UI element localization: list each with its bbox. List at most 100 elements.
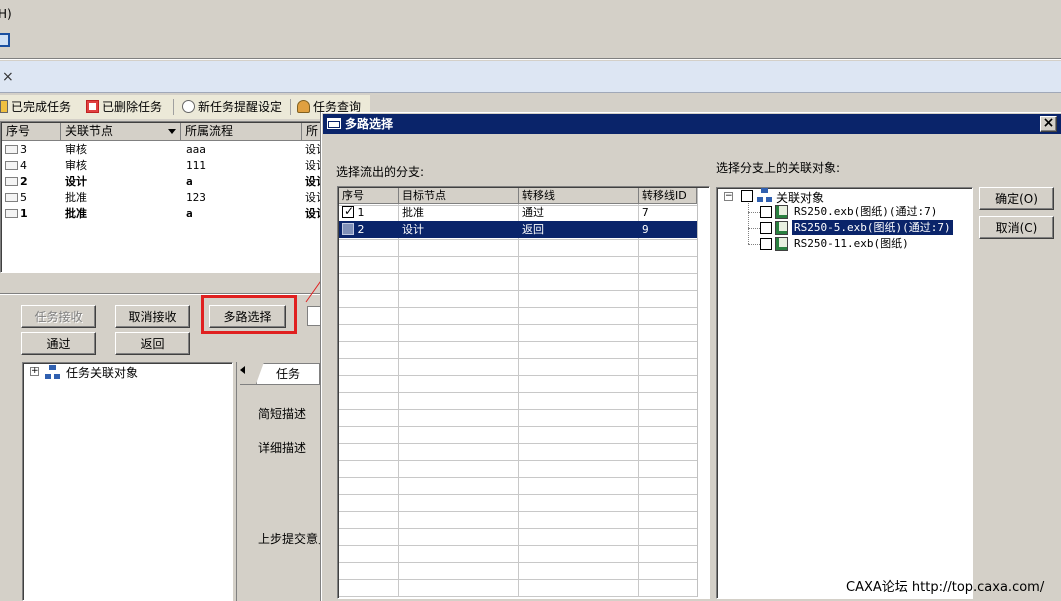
pass-button[interactable]: 通过	[21, 332, 96, 355]
deleted-tasks-icon	[86, 100, 99, 113]
dialog-window-icon	[327, 118, 341, 129]
close-icon: ×	[1042, 115, 1055, 131]
row-flow: 123	[186, 191, 206, 204]
dialog-title: 多路选择	[345, 117, 394, 131]
envelope-icon	[5, 145, 18, 154]
menu-item-help[interactable]: H)	[0, 7, 12, 21]
row-node: 审核	[65, 143, 87, 156]
row-belong: 设计	[305, 191, 322, 204]
new-task-reminder-button[interactable]: 新任务提醒设定	[182, 97, 282, 117]
envelope-icon	[5, 177, 18, 186]
drawing-file-icon	[775, 205, 788, 219]
detailed-description-label: 详细描述	[258, 441, 307, 455]
grid-row[interactable]: ✓ 1 批准 通过 7	[339, 204, 697, 221]
grid-row[interactable]: 2 设计 返回 9	[339, 221, 697, 238]
grid-cell-seq: 2	[339, 221, 399, 238]
toolbar-separator-2	[290, 99, 291, 115]
tree-connector-h	[748, 244, 760, 245]
deleted-tasks-button[interactable]: 已删除任务	[86, 97, 162, 117]
completed-tasks-button[interactable]: 已完成任务	[0, 97, 71, 117]
deleted-tasks-label: 已删除任务	[102, 100, 163, 114]
row-seq: 4	[5, 158, 61, 174]
object-checkbox[interactable]	[760, 222, 772, 234]
grid-header-target[interactable]: 目标节点	[399, 188, 519, 204]
branch-checkbox[interactable]: ✓	[342, 204, 354, 218]
grid-header-seq[interactable]: 序号	[339, 188, 399, 204]
column-header-node-label: 关联节点	[65, 124, 114, 138]
row-belong: 设计	[305, 175, 322, 188]
table-row[interactable]: 4 审核 111 设计	[2, 158, 322, 174]
column-header-seq[interactable]: 序号	[2, 123, 61, 141]
tab-close-icon[interactable]: ×	[2, 69, 14, 85]
user-search-icon	[297, 100, 310, 113]
grid-cell-target: 批准	[402, 206, 424, 219]
tree-root-label[interactable]: 任务关联对象	[66, 364, 138, 381]
column-header-node[interactable]: 关联节点	[61, 123, 181, 141]
row-node: 批准	[65, 207, 87, 220]
object-label[interactable]: RS250-11.exb(图纸)	[792, 236, 911, 251]
table-row[interactable]: 2 设计 a 设计	[2, 174, 322, 190]
tree-connector	[748, 203, 749, 244]
accept-task-button[interactable]: 任务接收	[21, 305, 96, 328]
row-seq: 1	[5, 206, 61, 222]
object-checkbox[interactable]	[760, 238, 772, 250]
row-belong: 设计	[305, 207, 322, 220]
tab-task[interactable]: 任务	[256, 363, 320, 384]
tree-expand-icon[interactable]: +	[30, 367, 39, 376]
previous-submit-label: 上步提交意见	[258, 532, 324, 546]
root-checkbox[interactable]	[741, 190, 753, 202]
detail-panel	[236, 362, 326, 601]
row-node: 审核	[65, 159, 87, 172]
row-seq: 3	[5, 142, 61, 158]
cancel-accept-button[interactable]: 取消接收	[115, 305, 190, 328]
object-label[interactable]: RS250.exb(图纸)(通过:7)	[792, 204, 939, 219]
dialog-title-bar[interactable]: 多路选择	[323, 114, 1061, 134]
branch-checkbox[interactable]	[342, 223, 354, 235]
table-row[interactable]: 3 审核 aaa 设计	[2, 142, 322, 158]
document-tab-strip	[0, 61, 1061, 93]
tree-connector-h	[748, 212, 760, 213]
grid-vline	[638, 204, 639, 597]
detail-panel-divider	[240, 384, 326, 385]
sort-down-icon	[168, 129, 176, 134]
object-checkbox[interactable]	[760, 206, 772, 218]
grid-cell-seq: ✓ 1	[342, 204, 365, 219]
grid-cell-line-id: 7	[642, 206, 649, 219]
drawing-file-icon	[775, 221, 788, 235]
tree-collapse-icon[interactable]: −	[724, 192, 733, 201]
ok-button[interactable]: 确定(O)	[979, 187, 1054, 210]
grid-cell-line: 返回	[522, 223, 544, 236]
grid-cell-line: 通过	[522, 206, 544, 219]
cancel-button[interactable]: 取消(C)	[979, 216, 1054, 239]
grid-vline	[398, 204, 399, 597]
tab-scroll-left-icon[interactable]	[240, 366, 245, 374]
grid-vertical-scrollbar[interactable]	[697, 188, 708, 597]
grid-header-line[interactable]: 转移线	[519, 188, 639, 204]
row-seq: 2	[5, 174, 61, 190]
window-icon[interactable]	[0, 33, 10, 47]
toolbar-separator	[173, 99, 174, 115]
highlight-box	[201, 295, 297, 334]
menu-bar: H)	[0, 0, 1061, 28]
column-header-flow[interactable]: 所属流程	[181, 123, 302, 141]
object-label[interactable]: RS250-5.exb(图纸)(通过:7)	[791, 219, 954, 236]
envelope-icon	[5, 193, 18, 202]
grid-header-line-id[interactable]: 转移线ID	[639, 188, 697, 204]
drawing-file-icon	[775, 237, 788, 251]
tab-task-label: 任务	[275, 367, 300, 381]
envelope-icon	[5, 209, 18, 218]
task-object-tree	[22, 362, 233, 601]
row-seq: 5	[5, 190, 61, 206]
grid-vline	[518, 204, 519, 597]
completed-tasks-label: 已完成任务	[11, 100, 72, 114]
completed-tasks-icon	[0, 100, 8, 113]
table-row[interactable]: 1 批准 a 设计	[2, 206, 322, 222]
network-icon	[45, 365, 60, 379]
row-flow: 111	[186, 159, 206, 172]
back-button[interactable]: 返回	[115, 332, 190, 355]
tree-connector-h	[748, 228, 760, 229]
clock-icon	[182, 100, 195, 113]
dialog-close-button[interactable]: ×	[1040, 116, 1057, 132]
table-row[interactable]: 5 批准 123 设计	[2, 190, 322, 206]
branch-label: 选择流出的分支:	[336, 165, 425, 179]
